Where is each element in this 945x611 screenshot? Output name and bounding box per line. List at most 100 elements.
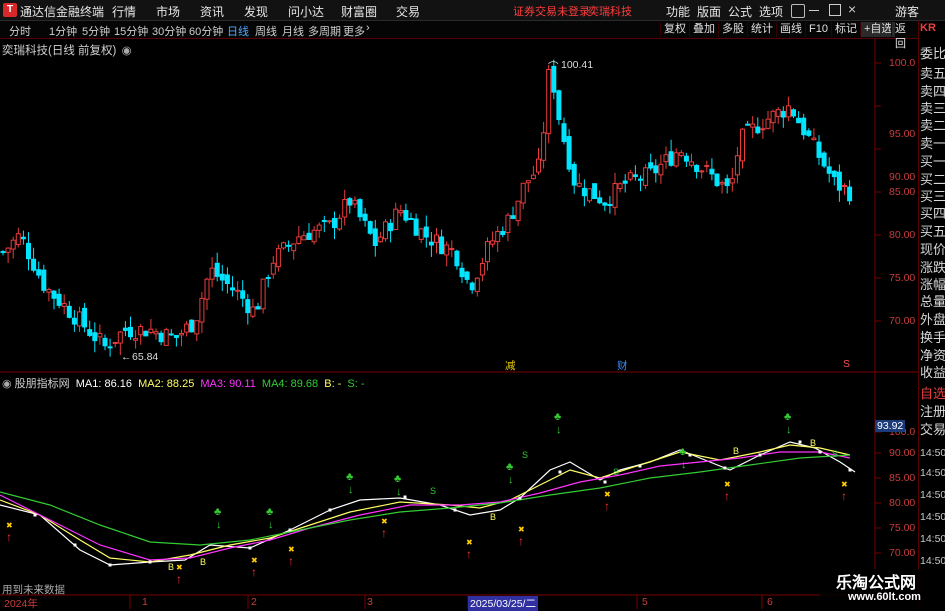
x-axis-ticks xyxy=(129,595,763,609)
menu-hangqing[interactable]: 行情 xyxy=(112,3,136,20)
candle-body xyxy=(796,117,802,124)
price-ytick-85: 85.00 xyxy=(889,186,916,198)
rp-sell4: 卖四 xyxy=(920,84,945,99)
candle-body xyxy=(296,236,302,244)
tab-60min[interactable]: 60分钟 xyxy=(189,23,223,39)
menu-zixun[interactable]: 资讯 xyxy=(200,3,224,20)
app-logo-icon: T xyxy=(3,3,17,17)
chart-canvas[interactable]: ✖↑✖↑✖↑✖↑✖↑✖↑✖↑✖↑✖↑✖↑♣↓♣↓♣↓♣↓♣↓♣↓♣↓♣↓B BBB… xyxy=(0,38,918,609)
sell-signal-icon: ♣ xyxy=(554,411,561,423)
dropdown-icon[interactable]: ◉ xyxy=(122,45,132,57)
btn-duogu[interactable]: 多股 xyxy=(718,22,747,37)
marker-s[interactable]: S xyxy=(843,358,850,370)
candle-body xyxy=(515,200,521,222)
ma1-point xyxy=(818,450,822,454)
rp-buy3: 买三 xyxy=(920,189,945,204)
btn-f10[interactable]: F10 xyxy=(805,22,831,37)
menu-wenxiaoda[interactable]: 问小达 xyxy=(288,3,324,20)
candle-body xyxy=(673,152,679,167)
tab-15min[interactable]: 15分钟 xyxy=(114,23,148,39)
user-guest[interactable]: 游客 xyxy=(895,3,919,20)
close-icon[interactable]: × xyxy=(848,1,856,17)
candle-body xyxy=(168,333,174,336)
btn-back[interactable]: 返回 xyxy=(891,22,918,50)
ma1-point xyxy=(33,513,37,517)
minimize-icon[interactable] xyxy=(809,10,819,11)
candle-body xyxy=(520,182,526,204)
price-ytick-100: 100.0 xyxy=(889,57,916,69)
rp-register[interactable]: 注册 xyxy=(920,403,945,421)
candle-body xyxy=(255,306,261,310)
candle-body xyxy=(423,226,429,238)
candle-body xyxy=(556,90,562,121)
candle-body xyxy=(704,165,710,168)
indicator-name[interactable]: 股朋指标网 xyxy=(15,378,70,390)
btn-biaoji[interactable]: 标记 xyxy=(831,22,860,37)
candle-body xyxy=(403,210,409,221)
tab-weekly[interactable]: 周线 xyxy=(255,23,277,39)
indicator-dropdown-icon[interactable]: ◉ xyxy=(2,378,12,390)
candle-body xyxy=(775,109,781,117)
rp-turnover: 换手 xyxy=(920,330,945,345)
candle-body xyxy=(337,217,343,230)
candle-body xyxy=(612,182,618,208)
candle-body xyxy=(842,184,847,187)
candle-body xyxy=(500,231,506,236)
tab-daily[interactable]: 日线 xyxy=(227,23,249,39)
candle-body xyxy=(602,202,608,206)
ma1-point xyxy=(288,528,292,532)
menu-gongshi[interactable]: 公式 xyxy=(728,3,752,20)
marker-jian[interactable]: 减 xyxy=(505,358,516,373)
tab-5min[interactable]: 5分钟 xyxy=(82,23,110,39)
candle-body xyxy=(785,105,791,118)
candle-body xyxy=(765,118,771,129)
trade-login-notice[interactable]: 证券交易未登录 xyxy=(513,3,590,19)
ma1-point xyxy=(638,464,642,468)
tab-monthly[interactable]: 月线 xyxy=(282,23,304,39)
menu-gongneng[interactable]: 功能 xyxy=(666,3,690,20)
tab-fenshi[interactable]: 分时 xyxy=(9,23,31,39)
menu-banmian[interactable]: 版面 xyxy=(697,3,721,20)
candle-body xyxy=(699,170,705,173)
candle-body xyxy=(418,228,424,240)
tab-more[interactable]: 更多 xyxy=(343,23,365,39)
tab-multi-period[interactable]: 多周期 xyxy=(308,23,341,39)
maximize-icon[interactable] xyxy=(829,4,841,16)
rp-trade[interactable]: 交易 xyxy=(920,421,945,439)
sell-arrow-icon: ↓ xyxy=(508,474,514,486)
rp-volume: 总量 xyxy=(920,294,945,309)
ma1-point xyxy=(723,466,727,470)
tab-30min[interactable]: 30分钟 xyxy=(152,23,186,39)
chevron-right-icon[interactable]: › xyxy=(366,22,370,34)
candle-body xyxy=(265,276,271,279)
current-value-badge: 93.92 xyxy=(875,420,906,432)
candle-body xyxy=(791,109,796,117)
candlestick-series xyxy=(0,59,853,357)
rp-favorite[interactable]: 自选 xyxy=(920,385,945,403)
candle-body xyxy=(495,230,501,243)
menu-shichang[interactable]: 市场 xyxy=(156,3,180,20)
b-marker: B xyxy=(168,562,174,572)
candle-body xyxy=(826,166,832,174)
candle-body xyxy=(393,208,399,230)
menu-xuanxiang[interactable]: 选项 xyxy=(759,3,783,20)
layout-icon[interactable] xyxy=(791,4,805,18)
candle-body xyxy=(51,290,57,299)
ma2-value: MA2: 88.25 xyxy=(138,378,195,390)
btn-fuquan[interactable]: 复权 xyxy=(660,22,689,37)
menu-caifuquan[interactable]: 财富圈 xyxy=(341,3,377,20)
btn-diejia[interactable]: 叠加 xyxy=(689,22,718,37)
menu-jiaoyi[interactable]: 交易 xyxy=(396,3,420,20)
candle-body xyxy=(5,247,11,253)
marker-cai[interactable]: 财 xyxy=(617,358,628,373)
ma1-point xyxy=(848,468,852,472)
ind-ytick-75: 75.00 xyxy=(889,522,916,534)
btn-tongji[interactable]: 统计 xyxy=(747,22,776,37)
menu-faxian[interactable]: 发现 xyxy=(244,3,268,20)
candle-body xyxy=(31,258,37,271)
candle-body xyxy=(26,242,31,260)
app-title: 通达信金融终端 xyxy=(20,5,105,19)
btn-huaxian[interactable]: 画线 xyxy=(776,22,805,37)
time-label-2: 14:50 xyxy=(920,467,945,479)
tab-1min[interactable]: 1分钟 xyxy=(49,23,77,39)
